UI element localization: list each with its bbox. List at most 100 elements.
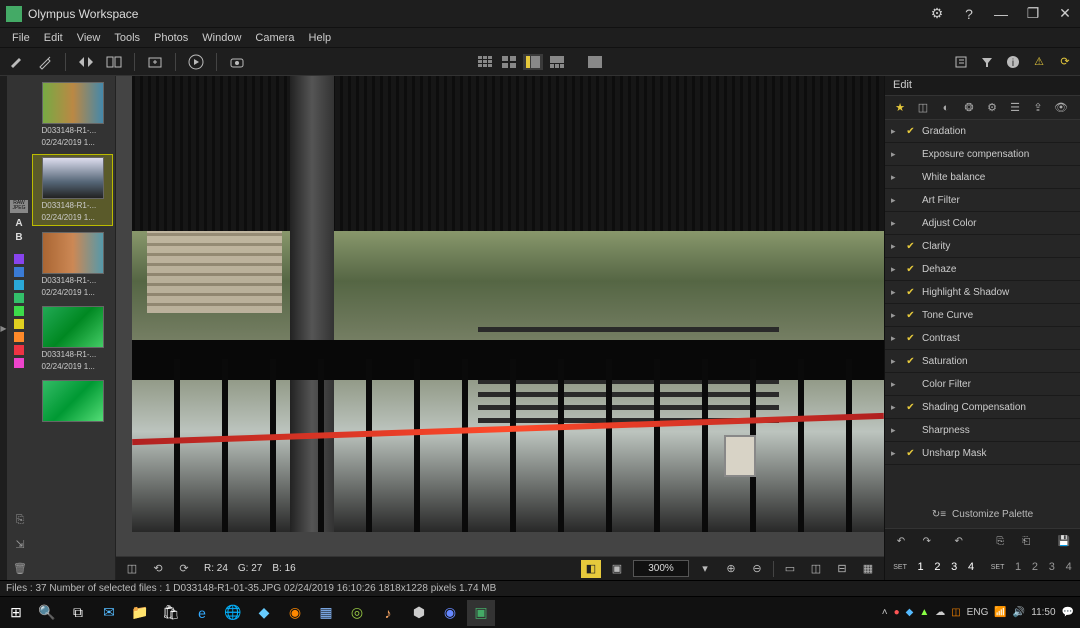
- tray-notifications-icon[interactable]: 💬: [1062, 607, 1074, 618]
- section-checkbox[interactable]: [905, 218, 916, 229]
- close-button[interactable]: ✕: [1056, 5, 1074, 23]
- folder-panel-collapsed[interactable]: ▶: [0, 76, 8, 580]
- color-tag-swatch[interactable]: [14, 293, 24, 303]
- edit-section-row[interactable]: ▸White balance: [885, 166, 1080, 189]
- app-icon-4[interactable]: ◎: [343, 600, 371, 626]
- tray-app4-icon[interactable]: ☁: [935, 607, 945, 618]
- history-back-icon[interactable]: ↶: [949, 533, 969, 551]
- fit-screen-icon[interactable]: ▣: [607, 560, 627, 578]
- edit-section-row[interactable]: ▸✔Unsharp Mask: [885, 442, 1080, 465]
- app-icon-7[interactable]: ◉: [436, 600, 464, 626]
- tray-app1-icon[interactable]: ●: [894, 607, 900, 618]
- color-tag-swatch[interactable]: [14, 345, 24, 355]
- crop-icon[interactable]: ◫: [122, 560, 142, 578]
- highlight-warning-icon[interactable]: ◧: [581, 560, 601, 578]
- preset-4[interactable]: 4: [966, 561, 977, 573]
- redo-icon[interactable]: ↷: [917, 533, 937, 551]
- color-tag-swatch[interactable]: [14, 267, 24, 277]
- app-icon-3[interactable]: ▦: [312, 600, 340, 626]
- label-b[interactable]: B: [15, 232, 22, 244]
- section-checkbox[interactable]: ✔: [905, 333, 916, 344]
- tray-chevron-icon[interactable]: ˄: [882, 607, 888, 618]
- flag-tool-icon[interactable]: [75, 51, 97, 73]
- export-tool-icon[interactable]: [144, 51, 166, 73]
- rotate-left-icon[interactable]: ⟲: [148, 560, 168, 578]
- chrome-icon[interactable]: 🌐: [219, 600, 247, 626]
- split-none-icon[interactable]: ▭: [780, 560, 800, 578]
- edit-section-row[interactable]: ▸✔Gradation: [885, 120, 1080, 143]
- thumbnail-item[interactable]: D033148-R1-...02/24/2019 1...: [32, 304, 113, 374]
- edit-tool2-icon[interactable]: [34, 51, 56, 73]
- sliders-tab-icon[interactable]: ☰: [1006, 99, 1024, 117]
- crop-tab-icon[interactable]: ◫: [914, 99, 932, 117]
- list-view-icon[interactable]: [499, 54, 519, 70]
- menu-help[interactable]: Help: [303, 30, 338, 46]
- label-a[interactable]: A: [15, 218, 22, 230]
- thumbnail-item[interactable]: D033148-R1-...02/24/2019 1...: [32, 80, 113, 150]
- edit-section-row[interactable]: ▸✔Shading Compensation: [885, 396, 1080, 419]
- menu-window[interactable]: Window: [196, 30, 247, 46]
- section-checkbox[interactable]: ✔: [905, 287, 916, 298]
- color-tab-icon[interactable]: ◐: [937, 99, 955, 117]
- section-checkbox[interactable]: [905, 172, 916, 183]
- edit-section-row[interactable]: ▸Art Filter: [885, 189, 1080, 212]
- section-checkbox[interactable]: [905, 425, 916, 436]
- section-checkbox[interactable]: [905, 149, 916, 160]
- preset-2[interactable]: 2: [932, 561, 943, 573]
- edge-icon[interactable]: e: [188, 600, 216, 626]
- start-button[interactable]: ⊞: [2, 600, 30, 626]
- color-tag-swatch[interactable]: [14, 332, 24, 342]
- menu-edit[interactable]: Edit: [38, 30, 69, 46]
- search-icon[interactable]: 🔍: [33, 600, 61, 626]
- edit-section-row[interactable]: ▸✔Contrast: [885, 327, 1080, 350]
- color-tag-swatch[interactable]: [14, 358, 24, 368]
- minimize-button[interactable]: —: [992, 5, 1010, 23]
- section-checkbox[interactable]: ✔: [905, 402, 916, 413]
- explorer-icon[interactable]: 📁: [126, 600, 154, 626]
- tray-app3-icon[interactable]: ▲: [919, 607, 929, 618]
- save-preset-icon[interactable]: 💾: [1054, 533, 1074, 551]
- camera-connect-icon[interactable]: [226, 51, 248, 73]
- tray-wifi-icon[interactable]: 📶: [994, 607, 1006, 618]
- zoom-out-icon[interactable]: ⊖: [747, 560, 767, 578]
- gears-tab-icon[interactable]: ⚙: [983, 99, 1001, 117]
- app-icon-2[interactable]: ◉: [281, 600, 309, 626]
- export-tab-icon[interactable]: ⇪: [1029, 99, 1047, 117]
- rotate-right-icon[interactable]: ⟳: [174, 560, 194, 578]
- preset-b4[interactable]: 4: [1063, 561, 1074, 573]
- edit-section-row[interactable]: ▸✔Highlight & Shadow: [885, 281, 1080, 304]
- zoom-value[interactable]: 300%: [633, 560, 689, 577]
- section-checkbox[interactable]: ✔: [905, 126, 916, 137]
- section-checkbox[interactable]: ✔: [905, 310, 916, 321]
- edit-section-row[interactable]: ▸Sharpness: [885, 419, 1080, 442]
- settings-gear-icon[interactable]: ⚙: [928, 5, 946, 23]
- single-view-icon[interactable]: [585, 54, 605, 70]
- edit-section-row[interactable]: ▸✔Tone Curve: [885, 304, 1080, 327]
- section-checkbox[interactable]: ✔: [905, 264, 916, 275]
- tray-lang[interactable]: ENG: [967, 607, 989, 618]
- app-icon-5[interactable]: ♪: [374, 600, 402, 626]
- play-button[interactable]: [185, 51, 207, 73]
- customize-palette-button[interactable]: ↻≡ Customize Palette: [885, 500, 1080, 528]
- edit-tool-icon[interactable]: [6, 51, 28, 73]
- sort-icon[interactable]: [952, 53, 970, 71]
- split-grid-icon[interactable]: ▦: [858, 560, 878, 578]
- task-view-icon[interactable]: ⧉: [64, 600, 92, 626]
- thumbnail-item[interactable]: D033148-R1-...02/24/2019 1...: [32, 154, 113, 226]
- color-tag-swatch[interactable]: [14, 254, 24, 264]
- help-icon[interactable]: ?: [960, 5, 978, 23]
- warning-icon[interactable]: ⚠: [1030, 53, 1048, 71]
- move-file-icon[interactable]: ⇲: [12, 536, 28, 552]
- art-tab-icon[interactable]: ❂: [960, 99, 978, 117]
- preset-b2[interactable]: 2: [1029, 561, 1040, 573]
- preset-3[interactable]: 3: [949, 561, 960, 573]
- split-h-icon[interactable]: ◫: [806, 560, 826, 578]
- zoom-dropdown-icon[interactable]: ▾: [695, 560, 715, 578]
- store-icon[interactable]: 🛍: [157, 600, 185, 626]
- filmstrip-left-view-icon[interactable]: [523, 54, 543, 70]
- undo-icon[interactable]: ↶: [891, 533, 911, 551]
- copy-settings-icon[interactable]: ⎘: [991, 533, 1011, 551]
- edit-section-row[interactable]: ▸Adjust Color: [885, 212, 1080, 235]
- split-v-icon[interactable]: ⊟: [832, 560, 852, 578]
- section-checkbox[interactable]: [905, 195, 916, 206]
